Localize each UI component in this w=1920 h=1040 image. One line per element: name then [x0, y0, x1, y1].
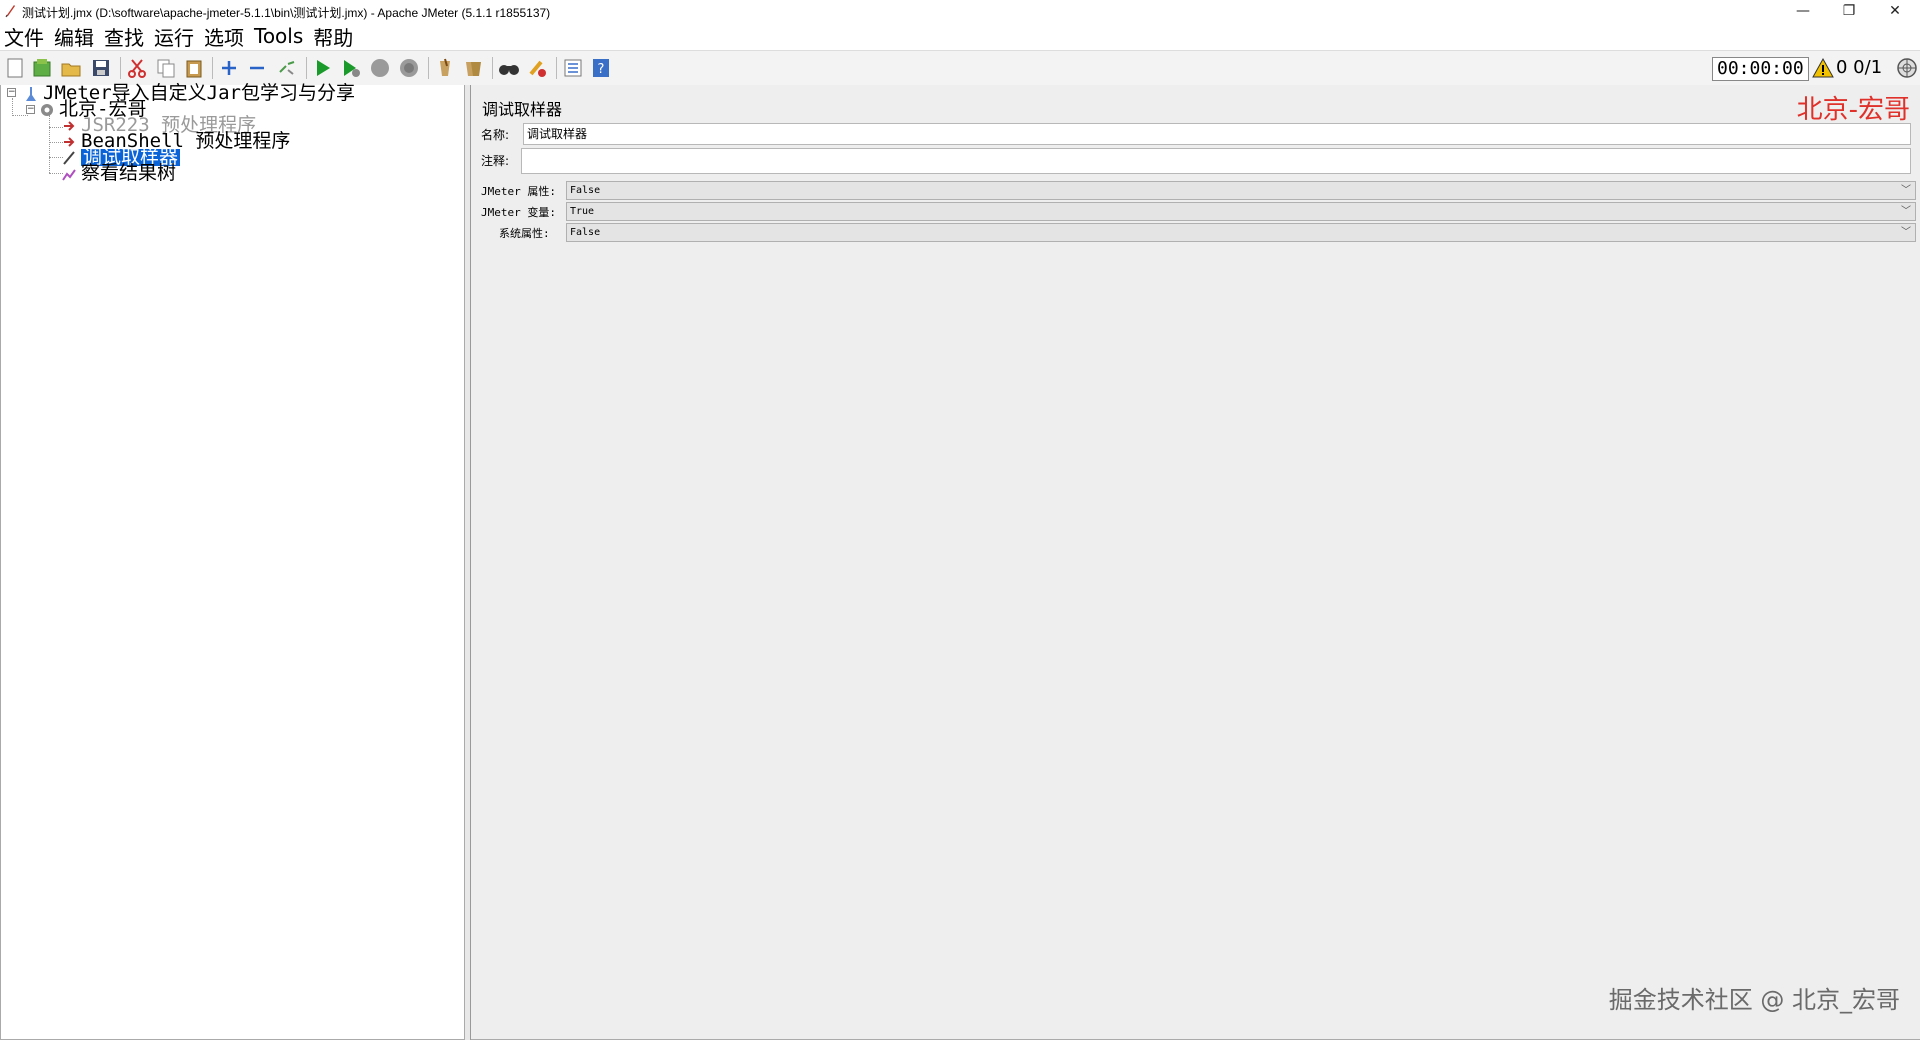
collapse-icon[interactable] [246, 57, 268, 79]
stop-icon[interactable] [369, 57, 391, 79]
jmeter-variables-select[interactable]: True ﹀ [566, 202, 1916, 221]
toolbar-separator [556, 57, 557, 79]
listener-chart-icon [61, 166, 77, 182]
name-label: 名称: [481, 127, 510, 142]
toolbar-separator [212, 57, 213, 79]
selected-value: False [570, 185, 601, 196]
new-icon[interactable] [4, 57, 26, 79]
menu-edit[interactable]: 编辑 [49, 22, 99, 51]
clear-icon[interactable] [434, 57, 456, 79]
watermark-bottom: 掘金技术社区 @ 北京_宏哥 [1608, 986, 1900, 1014]
chevron-down-icon: ﹀ [1901, 185, 1911, 196]
tree-node-label: 察看结果树 [81, 162, 177, 184]
watermark-top: 北京-宏哥 [1796, 95, 1910, 125]
comment-label: 注释: [481, 153, 510, 168]
sampler-pencil-icon [61, 150, 77, 166]
warning-icon[interactable] [1812, 57, 1834, 79]
expand-icon[interactable] [218, 57, 240, 79]
chevron-down-icon: ﹀ [1901, 227, 1911, 238]
clear-all-icon[interactable] [462, 57, 484, 79]
gear-icon [39, 102, 55, 118]
preprocessor-icon [61, 134, 77, 150]
system-properties-label: 系统属性: [499, 227, 550, 240]
minimize-button[interactable]: — [1780, 0, 1826, 22]
templates-icon[interactable] [31, 57, 53, 79]
preprocessor-icon [61, 118, 77, 134]
start-icon[interactable] [312, 57, 334, 79]
window-title: 测试计划.jmx (D:\software\apache-jmeter-5.1.… [22, 6, 551, 20]
debug-sampler-panel: 调试取样器 北京-宏哥 名称: 调试取样器 注释: JMeter 属性: Fal… [471, 85, 1920, 1040]
toolbar-separator [120, 57, 121, 79]
jmeter-properties-select[interactable]: False ﹀ [566, 181, 1916, 200]
paste-icon[interactable] [183, 57, 205, 79]
save-icon[interactable] [90, 57, 112, 79]
jmeter-properties-label: JMeter 属性: [481, 185, 556, 198]
comment-field[interactable] [521, 148, 1911, 174]
thread-counts: 0 0/1 [1836, 57, 1883, 78]
test-plan-icon [23, 86, 39, 102]
shutdown-icon[interactable] [398, 57, 420, 79]
collapse-toggle-thread-group[interactable]: − [26, 105, 35, 114]
start-no-pause-icon[interactable] [340, 57, 362, 79]
system-properties-row: 系统属性: False ﹀ [481, 223, 1916, 242]
help-icon[interactable]: ? [590, 57, 612, 79]
cut-icon[interactable] [126, 57, 148, 79]
reset-search-icon[interactable] [526, 57, 548, 79]
function-helper-icon[interactable] [562, 57, 584, 79]
collapse-toggle-root[interactable]: − [7, 88, 16, 97]
name-field[interactable]: 调试取样器 [523, 123, 1911, 145]
jmeter-properties-row: JMeter 属性: False ﹀ [481, 181, 1916, 200]
test-plan-tree: − JMeter导入自定义Jar包学习与分享 − 北京-宏哥 JSR223 预处… [0, 84, 465, 1040]
panel-title: 调试取样器 [482, 100, 563, 119]
toolbar: ? 00:00:00 0 0/1 [0, 50, 1920, 86]
close-button[interactable]: ✕ [1872, 0, 1918, 22]
toolbar-separator [306, 57, 307, 79]
menu-options[interactable]: 选项 [199, 22, 249, 51]
jmeter-variables-row: JMeter 变量: True ﹀ [481, 202, 1916, 221]
selected-value: True [570, 206, 595, 217]
toolbar-separator [492, 57, 493, 79]
menu-bar: 文件 编辑 查找 运行 选项 Tools 帮助 [0, 22, 1920, 50]
tree-connector [12, 115, 28, 116]
menu-help[interactable]: 帮助 [308, 22, 358, 51]
selected-value: False [570, 227, 601, 238]
jmeter-variables-label: JMeter 变量: [481, 206, 556, 219]
menu-run[interactable]: 运行 [149, 22, 199, 51]
remote-status-icon [1896, 57, 1918, 79]
system-properties-select[interactable]: False ﹀ [566, 223, 1916, 242]
svg-text:?: ? [598, 62, 605, 77]
jmeter-feather-icon [4, 3, 16, 18]
menu-file[interactable]: 文件 [0, 22, 49, 51]
menu-tools[interactable]: Tools [249, 24, 308, 48]
open-icon[interactable] [60, 57, 82, 79]
toolbar-separator [428, 57, 429, 79]
tree-node-view-results-tree[interactable]: 察看结果树 [61, 162, 177, 184]
chevron-down-icon: ﹀ [1901, 206, 1911, 217]
tree-connector [49, 115, 50, 173]
toggle-icon[interactable] [276, 57, 298, 79]
restore-button[interactable]: ❐ [1826, 0, 1872, 22]
menu-search[interactable]: 查找 [99, 22, 149, 51]
elapsed-timer: 00:00:00 [1712, 57, 1809, 81]
tree-connector [12, 98, 13, 116]
title-bar: 测试计划.jmx (D:\software\apache-jmeter-5.1.… [0, 0, 1920, 22]
copy-icon[interactable] [155, 57, 177, 79]
search-icon[interactable] [498, 57, 520, 79]
